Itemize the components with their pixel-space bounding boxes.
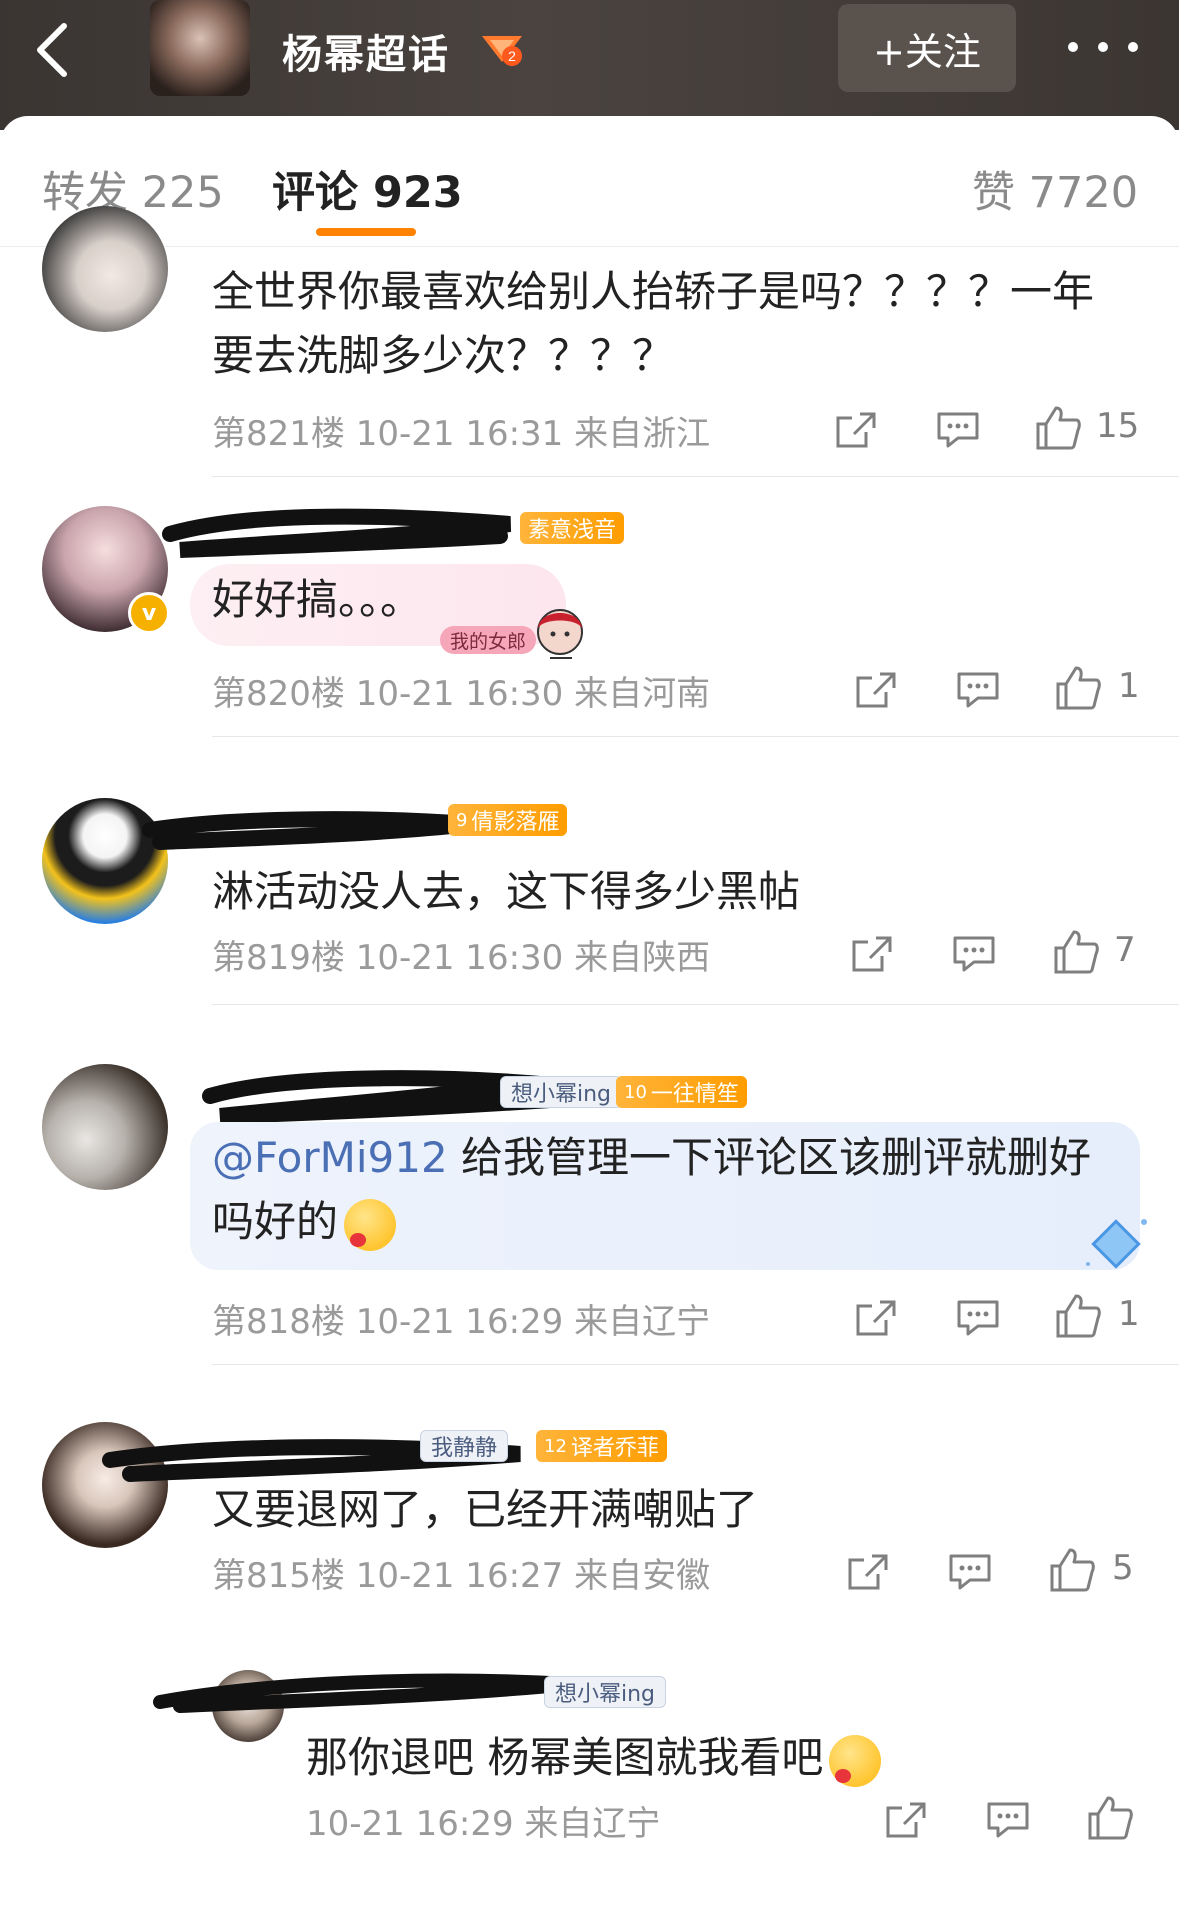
comment-text: 好好搞。。。	[212, 575, 423, 624]
mention-link[interactable]: @ForMi912	[212, 1133, 448, 1182]
like-icon[interactable]	[1054, 1292, 1102, 1340]
share-icon[interactable]	[884, 1800, 928, 1840]
svg-text:2: 2	[508, 48, 516, 64]
comment-meta: 第818楼 10-21 16:29 来自辽宁	[212, 1302, 711, 1342]
redacted-username	[162, 508, 512, 558]
fan-badge: 12 译者乔菲	[536, 1430, 667, 1462]
back-icon	[37, 23, 67, 77]
more-icon[interactable]	[1068, 30, 1138, 64]
reply-meta: 10-21 16:29 来自辽宁	[306, 1804, 661, 1844]
like-icon[interactable]	[1048, 1546, 1096, 1594]
emoji-icon	[344, 1198, 397, 1251]
comment-icon[interactable]	[948, 1552, 992, 1592]
fan-level: 10	[624, 1081, 647, 1103]
share-icon[interactable]	[834, 410, 878, 450]
divider	[212, 1364, 1179, 1365]
like-icon[interactable]	[1086, 1794, 1134, 1842]
fan-badge: 10 一往情笙	[616, 1076, 747, 1108]
user-tag: 想小幂ing	[544, 1676, 667, 1708]
comment-icon[interactable]	[956, 1298, 1000, 1338]
fan-badge: 素意浅音	[520, 512, 625, 544]
share-icon[interactable]	[850, 934, 894, 974]
top-header: 杨幂超话 2 +关注	[0, 0, 1179, 130]
comment-text: 又要退网了，已经开满嘲贴了	[212, 1485, 759, 1534]
fan-badge-label: 译者乔菲	[570, 1436, 659, 1461]
emoji-icon	[829, 1734, 882, 1787]
divider	[212, 1004, 1179, 1005]
user-tag: 想小幂ing	[500, 1076, 623, 1108]
comment-icon[interactable]	[952, 934, 996, 974]
like-icon[interactable]	[1052, 928, 1100, 976]
like-count: 15	[1096, 406, 1140, 446]
follow-button[interactable]: +关注	[838, 4, 1016, 92]
sticker-girl-icon	[537, 609, 583, 659]
tab-active-indicator	[316, 228, 416, 236]
tab-comments[interactable]: 评论 923	[272, 158, 463, 220]
comment-text: 全世界你最喜欢给别人抬轿子是吗？？？？一年要去洗脚多少次？？？？	[212, 267, 1095, 380]
fan-badge-label: 倩影落雁	[471, 810, 560, 835]
comment-icon[interactable]	[936, 410, 980, 450]
comment-text: 淋活动没人去，这下得多少黑帖	[212, 867, 801, 916]
share-icon[interactable]	[846, 1552, 890, 1592]
fan-badge: 9 倩影落雁	[448, 804, 568, 836]
like-icon[interactable]	[1034, 404, 1082, 452]
like-count: 1	[1118, 1294, 1140, 1334]
fan-badge-label: 一往情笙	[650, 1082, 739, 1107]
tab-reposts[interactable]: 转发 225	[42, 158, 224, 220]
redacted-username	[153, 1673, 571, 1713]
avatar[interactable]	[42, 1064, 168, 1190]
back-button[interactable]	[30, 18, 78, 82]
reply-text: 那你退吧 杨幂美图就我看吧	[306, 1726, 1126, 1790]
comment-icon[interactable]	[986, 1800, 1030, 1840]
share-icon[interactable]	[854, 1298, 898, 1338]
like-count: 5	[1112, 1548, 1134, 1588]
share-icon[interactable]	[854, 670, 898, 710]
like-count: 7	[1114, 930, 1136, 970]
comment-meta: 第819楼 10-21 16:30 来自陕西	[212, 938, 711, 978]
like-icon[interactable]	[1054, 664, 1102, 712]
tab-bar: 转发 225 评论 923 赞 7720	[0, 116, 1179, 247]
comment-icon[interactable]	[956, 670, 1000, 710]
page-title[interactable]: 杨幂超话	[282, 22, 450, 80]
tab-likes[interactable]: 赞 7720	[972, 158, 1138, 220]
comment-meta: 第815楼 10-21 16:27 来自安徽	[212, 1556, 711, 1596]
avatar[interactable]	[42, 206, 168, 332]
comment-meta: 第821楼 10-21 16:31 来自浙江	[212, 414, 711, 454]
fan-level: 12	[544, 1435, 567, 1457]
divider	[212, 476, 1179, 477]
comment-meta: 第820楼 10-21 16:30 来自河南	[212, 674, 711, 714]
verified-badge-icon: v	[128, 592, 170, 634]
super-topic-badge-icon: 2	[482, 36, 522, 66]
redacted-username	[142, 811, 471, 850]
like-count: 1	[1118, 666, 1140, 706]
topic-avatar[interactable]	[150, 0, 250, 96]
fan-level: 9	[456, 809, 468, 831]
comment-text: @ForMi912 给我管理一下评论区该删评就删好吗好的	[212, 1126, 1112, 1254]
user-tag: 我静静	[420, 1430, 509, 1462]
divider	[212, 736, 1179, 737]
